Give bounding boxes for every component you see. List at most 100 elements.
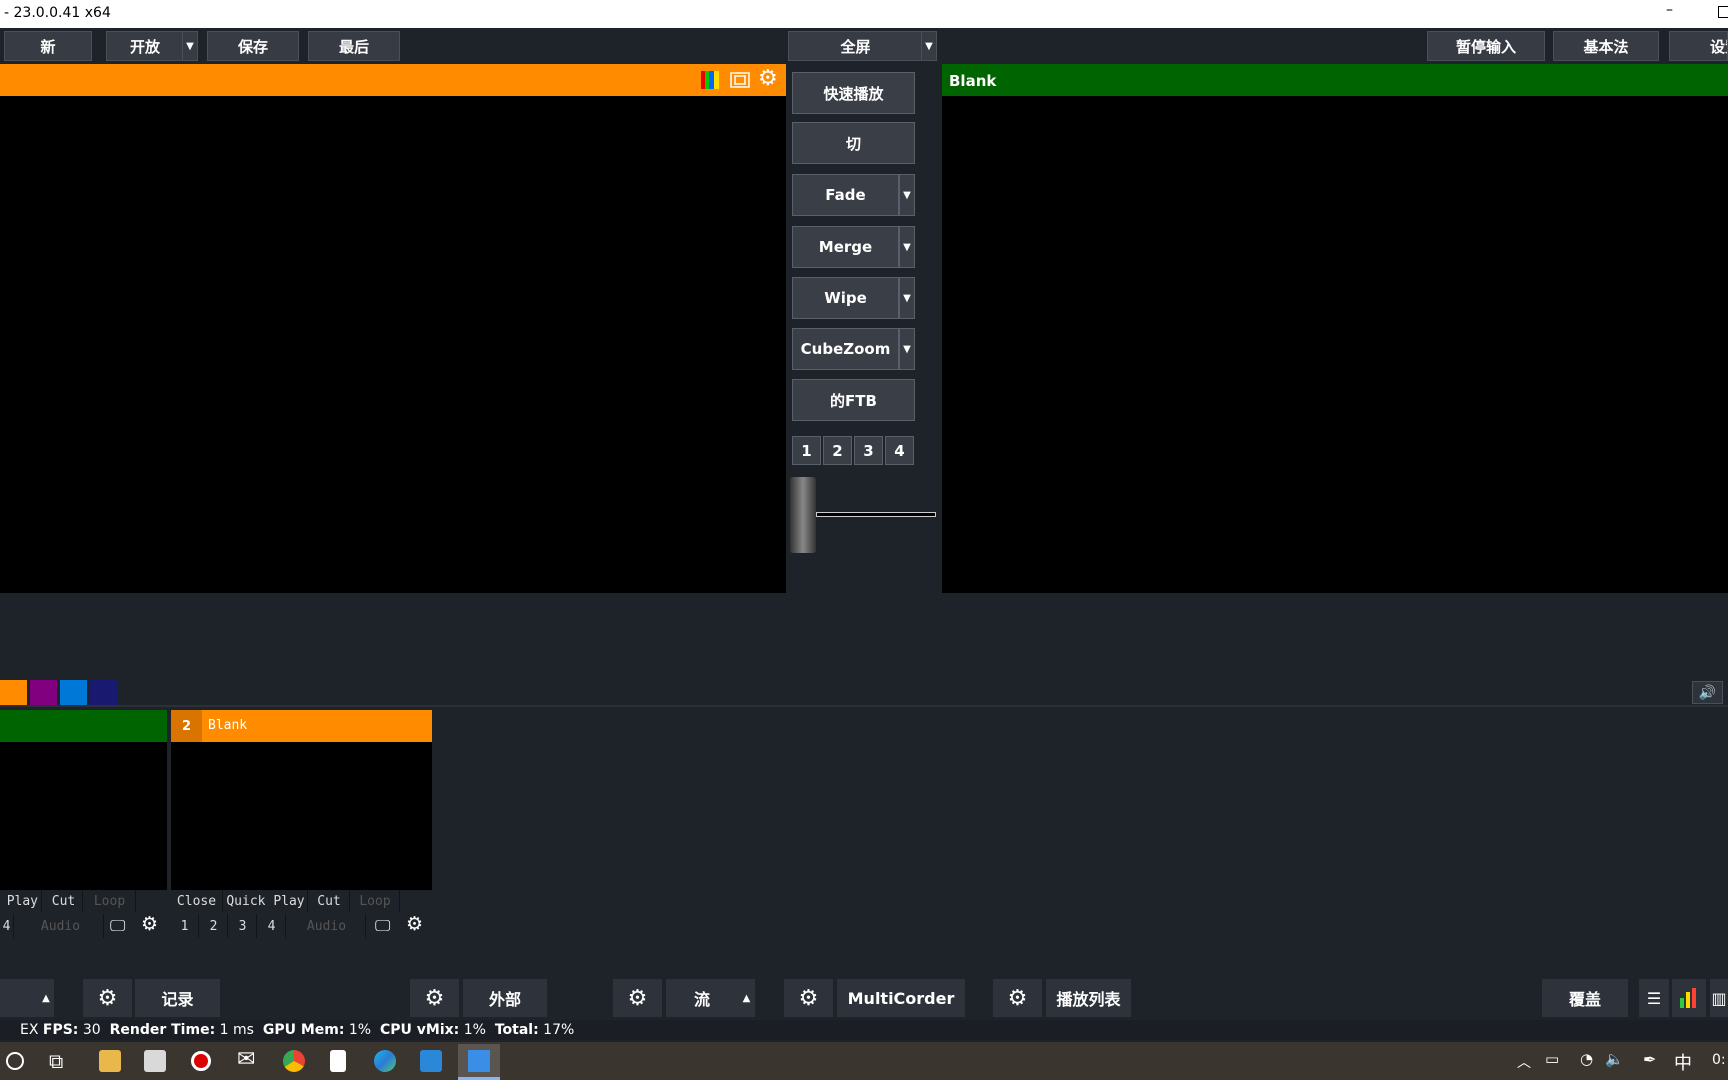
edge-icon[interactable] (374, 1050, 396, 1072)
speaker-icon[interactable]: 🔈 (1605, 1050, 1624, 1068)
layer-2-button[interactable]: 2 (200, 914, 228, 938)
cortana-icon[interactable] (6, 1052, 24, 1070)
layer-3-button[interactable]: 3 (229, 914, 257, 938)
record-app-icon[interactable] (191, 1051, 211, 1071)
audio-button[interactable]: Audio (288, 914, 366, 938)
preview-screen (0, 96, 786, 593)
audio-button[interactable]: Audio (18, 914, 104, 938)
tag-blue[interactable] (60, 680, 87, 705)
stream-button[interactable]: 流 (666, 979, 738, 1017)
basic-button[interactable]: 基本法 (1553, 31, 1659, 61)
settings-button[interactable]: 设置 (1669, 31, 1728, 61)
new-button[interactable]: 新 (4, 31, 92, 61)
add-input-dropdown-icon[interactable]: ▲ (38, 979, 54, 1017)
fade-dropdown-icon[interactable]: ▼ (899, 174, 915, 216)
store-icon[interactable] (144, 1050, 166, 1072)
cut-control[interactable]: Cut (309, 890, 350, 912)
gear-icon[interactable]: ⚙ (758, 66, 778, 91)
output-header: Blank (942, 64, 1728, 96)
tag-purple[interactable] (30, 680, 57, 705)
layout-icon[interactable]: ▥ (1710, 979, 1728, 1017)
title-bar: - 23.0.0.41 x64 – (0, 0, 1728, 28)
gear-icon[interactable]: ⚙ (784, 979, 833, 1017)
task-view-icon[interactable]: ⧉ (49, 1049, 63, 1073)
battery-icon[interactable]: ▭ (1545, 1050, 1559, 1068)
t-bar-fader[interactable] (790, 477, 936, 553)
record-button[interactable]: 记录 (135, 979, 220, 1017)
loop-control[interactable]: Loop (351, 890, 400, 912)
wipe-button[interactable]: Wipe (792, 277, 899, 319)
cut-control[interactable]: Cut (45, 890, 83, 912)
document-icon[interactable] (330, 1050, 346, 1072)
gear-icon[interactable]: ⚙ (993, 979, 1042, 1017)
pause-input-button[interactable]: 暂停输入 (1427, 31, 1545, 61)
wifi-icon[interactable]: ◔ (1580, 1050, 1593, 1068)
add-input-button[interactable] (0, 979, 38, 1017)
open-dropdown-icon[interactable]: ▼ (182, 31, 198, 61)
safe-area-icon[interactable] (730, 72, 750, 88)
file-explorer-icon[interactable] (99, 1050, 121, 1072)
audio-meter-icon[interactable] (1672, 979, 1706, 1017)
menu-icon[interactable]: ☰ (1639, 979, 1669, 1017)
merge-dropdown-icon[interactable]: ▼ (899, 226, 915, 268)
chrome-icon[interactable] (283, 1050, 305, 1072)
merge-button[interactable]: Merge (792, 226, 899, 268)
tag-navy[interactable] (90, 680, 117, 705)
pen-icon[interactable]: ✒ (1643, 1050, 1656, 1069)
volume-icon[interactable]: 🔊 (1692, 681, 1723, 704)
gear-icon[interactable]: ⚙ (406, 913, 423, 935)
clock[interactable]: 0: (1712, 1052, 1726, 1068)
transition-2-button[interactable]: 2 (823, 436, 852, 465)
transition-1-button[interactable]: 1 (792, 436, 821, 465)
layer-4-button[interactable]: 4 (258, 914, 286, 938)
wipe-dropdown-icon[interactable]: ▼ (899, 277, 915, 319)
gear-icon[interactable]: ⚙ (613, 979, 662, 1017)
loop-control[interactable]: Loop (84, 890, 136, 912)
quick-play-button[interactable]: 快速播放 (792, 72, 915, 114)
maximize-button[interactable] (1718, 6, 1728, 18)
minimize-button[interactable]: – (1666, 2, 1673, 18)
close-control[interactable]: Close (171, 890, 223, 912)
transition-3-button[interactable]: 3 (854, 436, 883, 465)
divider (0, 705, 1728, 707)
save-button[interactable]: 保存 (207, 31, 299, 61)
ftb-button[interactable]: 的FTB (792, 379, 915, 421)
monitor-icon[interactable]: 🖵 (375, 916, 390, 936)
window-title: - 23.0.0.41 x64 (4, 5, 111, 21)
fullscreen-button[interactable]: 全屏 (788, 31, 923, 61)
open-button[interactable]: 开放 (106, 31, 184, 61)
stream-dropdown-icon[interactable]: ▲ (738, 979, 755, 1017)
last-button[interactable]: 最后 (308, 31, 400, 61)
quick-play-control[interactable]: Play (0, 890, 42, 912)
render-time-value: 1 ms (219, 1022, 254, 1038)
cut-button[interactable]: 切 (792, 122, 915, 164)
playlist-button[interactable]: 播放列表 (1046, 979, 1131, 1017)
fade-button[interactable]: Fade (792, 174, 899, 216)
cubezoom-dropdown-icon[interactable]: ▼ (899, 328, 915, 370)
monitor-icon[interactable]: 🖵 (110, 916, 125, 936)
layer-1-button[interactable]: 1 (171, 914, 199, 938)
transition-4-button[interactable]: 4 (885, 436, 914, 465)
overlay-button[interactable]: 覆盖 (1542, 979, 1628, 1017)
input-header: 2 Blank (171, 710, 432, 742)
tag-orange[interactable] (0, 680, 27, 705)
gear-icon[interactable]: ⚙ (410, 979, 459, 1017)
app-grid-icon[interactable] (420, 1050, 442, 1072)
multicorder-button[interactable]: MultiCorder (837, 979, 965, 1017)
ime-indicator[interactable]: 中 (1674, 1049, 1692, 1075)
t-bar-handle[interactable] (790, 477, 816, 553)
vmix-taskbar-button[interactable] (458, 1044, 500, 1080)
tray-chevron-icon[interactable]: ︿ (1517, 1052, 1531, 1072)
cubezoom-button[interactable]: CubeZoom (792, 328, 899, 370)
gear-icon[interactable]: ⚙ (83, 979, 132, 1017)
status-bar: EX FPS: 30 Render Time: 1 ms GPU Mem: 1%… (0, 1020, 1728, 1040)
external-button[interactable]: 外部 (463, 979, 547, 1017)
layer-4-button[interactable]: 4 (0, 914, 14, 938)
quick-play-control[interactable]: Quick Play (224, 890, 308, 912)
gear-icon[interactable]: ⚙ (141, 913, 158, 935)
fps-value: 30 (82, 1022, 101, 1038)
fullscreen-dropdown-icon[interactable]: ▼ (921, 31, 937, 61)
t-bar-track (816, 512, 936, 517)
color-bars-icon[interactable] (701, 71, 719, 89)
mail-icon[interactable]: ✉ (237, 1047, 255, 1072)
